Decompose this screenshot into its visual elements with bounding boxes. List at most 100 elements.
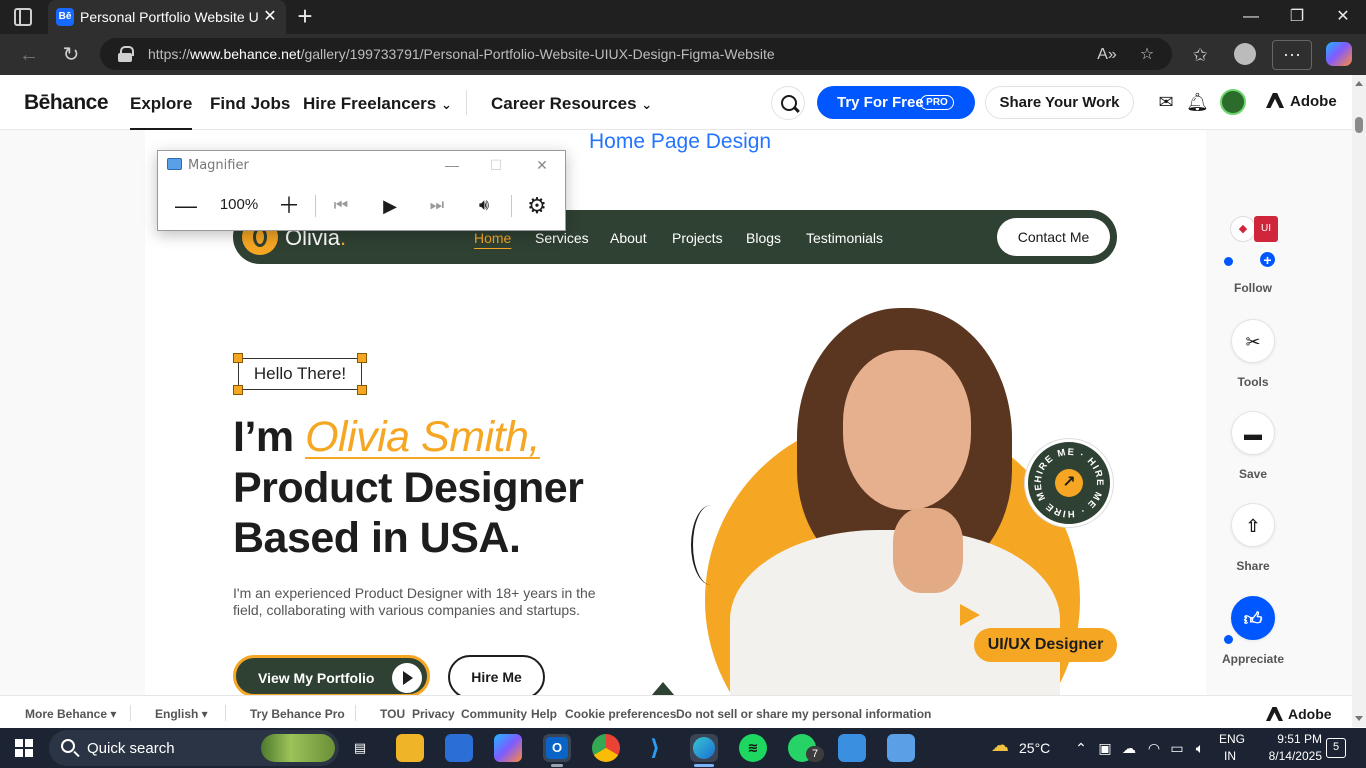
- tab-actions-icon[interactable]: [14, 8, 32, 26]
- search-button[interactable]: [771, 86, 805, 120]
- follow-label[interactable]: Follow: [1213, 281, 1293, 295]
- tools-button[interactable]: ✂ Tools: [1213, 319, 1293, 389]
- previous-paragraph-icon[interactable]: ⏮: [326, 191, 356, 221]
- temperature[interactable]: 25°C: [1019, 740, 1050, 756]
- onedrive-icon[interactable]: ☁: [1120, 739, 1138, 757]
- appreciate-button[interactable]: 👍︎ Appreciate: [1213, 596, 1293, 666]
- chevron-up-icon[interactable]: ⌃: [1072, 739, 1090, 757]
- region-code[interactable]: IN: [1224, 749, 1236, 763]
- footer-try-pro[interactable]: Try Behance Pro: [250, 707, 345, 721]
- nav-hire-freelancers[interactable]: Hire Freelancers ⌄: [303, 94, 452, 114]
- read-from-here-icon[interactable]: 🔊︎: [469, 191, 499, 221]
- copilot-app-icon[interactable]: [494, 734, 522, 762]
- next-paragraph-icon[interactable]: ⏭: [422, 191, 452, 221]
- magnifier-minimize-button[interactable]: —: [437, 154, 467, 176]
- footer-community[interactable]: Community: [461, 707, 527, 721]
- footer-cookie-preferences[interactable]: Cookie preferences: [565, 707, 676, 721]
- lock-icon[interactable]: [118, 46, 134, 62]
- settings-more-button[interactable]: ···: [1272, 40, 1312, 70]
- remote-desktop-icon[interactable]: [887, 734, 915, 762]
- adobe-logo-icon: [1266, 93, 1284, 108]
- refresh-icon[interactable]: ↻: [58, 42, 84, 68]
- close-window-button[interactable]: ✕: [1320, 0, 1366, 34]
- footer-language[interactable]: English ▾: [155, 707, 208, 721]
- vscode-icon[interactable]: ⟩: [641, 734, 669, 762]
- wifi-icon[interactable]: ◠: [1145, 739, 1163, 757]
- clock-time[interactable]: 9:51 PM: [1258, 732, 1322, 746]
- notification-bell-icon[interactable]: 🔔︎: [1186, 91, 1209, 113]
- magnifier-close-button[interactable]: ✕: [527, 154, 557, 176]
- try-for-free-button[interactable]: Try For Free PRO: [817, 86, 975, 119]
- footer-privacy[interactable]: Privacy: [412, 707, 455, 721]
- zoom-in-icon[interactable]: ＋: [274, 191, 304, 221]
- mockup-nav-home: Home: [474, 230, 512, 246]
- file-explorer-icon[interactable]: [396, 734, 424, 762]
- scrollbar-thumb[interactable]: [1355, 117, 1363, 133]
- user-avatar[interactable]: [1220, 89, 1246, 115]
- copilot-icon[interactable]: [1326, 42, 1352, 66]
- spotify-icon[interactable]: ≋: [739, 734, 767, 762]
- edge-icon[interactable]: [690, 734, 718, 762]
- footer-help[interactable]: Help: [531, 707, 557, 721]
- paint-icon[interactable]: [838, 734, 866, 762]
- follow-plus-icon[interactable]: +: [1259, 251, 1276, 268]
- footer-do-not-sell[interactable]: Do not sell or share my personal informa…: [676, 707, 931, 721]
- footer-tou[interactable]: TOU: [380, 707, 405, 721]
- scroll-up-icon[interactable]: [1355, 81, 1363, 86]
- magnifier-maximize-button: ☐: [489, 157, 503, 173]
- gear-icon[interactable]: ⚙: [522, 191, 552, 221]
- language-code[interactable]: ENG: [1219, 732, 1245, 746]
- adobe-logo-icon: [1266, 707, 1283, 721]
- weather-icon[interactable]: ☁: [986, 736, 1014, 758]
- url-text[interactable]: https://www.behance.net/gallery/19973379…: [148, 46, 1028, 64]
- running-indicator: [551, 764, 563, 767]
- zoom-out-icon[interactable]: —: [171, 191, 201, 221]
- mockup-nav-projects: Projects: [672, 230, 723, 246]
- meet-icon[interactable]: ▣: [1096, 739, 1114, 757]
- chrome-icon[interactable]: [592, 734, 620, 762]
- share-button[interactable]: ⇧ Share: [1213, 503, 1293, 573]
- favorites-icon[interactable]: ✩: [1186, 42, 1214, 68]
- whatsapp-badge: 7: [806, 746, 824, 762]
- microsoft-store-icon[interactable]: [445, 734, 473, 762]
- volume-icon[interactable]: 🔈︎: [1191, 739, 1209, 757]
- nav-find-jobs[interactable]: Find Jobs: [210, 94, 290, 114]
- adobe-link[interactable]: Adobe: [1266, 93, 1337, 110]
- mockup-nav-blogs: Blogs: [746, 230, 782, 246]
- browser-tab-active[interactable]: Bē Personal Portfolio Website UIUX Desig…: [48, 0, 286, 34]
- browser-profile-icon[interactable]: [1234, 43, 1256, 65]
- windows-start-icon[interactable]: [15, 739, 33, 757]
- tab-close-icon[interactable]: ✕: [260, 7, 280, 27]
- notifications-icon[interactable]: 5: [1326, 738, 1346, 758]
- behance-logo[interactable]: Bēhance: [24, 91, 109, 115]
- restore-window-button[interactable]: ❐: [1274, 0, 1320, 34]
- mockup-nav-testimonials: Testimonials: [806, 230, 884, 246]
- minimize-window-button[interactable]: —: [1228, 0, 1274, 34]
- outlook-icon[interactable]: O: [543, 734, 571, 762]
- owner-avatars[interactable]: ◆ UI +: [1230, 216, 1278, 268]
- scroll-down-icon[interactable]: [1355, 716, 1363, 721]
- task-view-icon[interactable]: ▤: [346, 734, 374, 762]
- address-bar[interactable]: https://www.behance.net/gallery/19973379…: [100, 38, 1172, 70]
- footer-adobe-link[interactable]: Adobe: [1266, 706, 1332, 722]
- hello-there-label: Hello There!: [238, 358, 362, 390]
- new-tab-button[interactable]: +: [292, 3, 318, 30]
- back-arrow-icon[interactable]: ←: [16, 42, 42, 68]
- hero-description: I'm an experienced Product Designer with…: [233, 585, 596, 618]
- footer-more-behance[interactable]: More Behance ▾: [25, 707, 116, 721]
- save-button[interactable]: ▬ Save: [1213, 411, 1293, 481]
- clock-date[interactable]: 8/14/2025: [1252, 749, 1322, 763]
- nav-career-resources[interactable]: Career Resources ⌄: [491, 94, 652, 114]
- owner-avatar-1[interactable]: ◆: [1230, 216, 1256, 242]
- mail-icon[interactable]: ✉: [1155, 91, 1177, 113]
- taskbar-search[interactable]: Quick search: [49, 730, 339, 766]
- page-scrollbar[interactable]: [1352, 75, 1366, 727]
- owner-avatar-2[interactable]: UI: [1254, 216, 1278, 242]
- read-aloud-icon[interactable]: A»: [1096, 44, 1118, 66]
- magnifier-window[interactable]: Magnifier — ☐ ✕ — 100% ＋ ⏮ ▶ ⏭ 🔊︎ ⚙: [157, 150, 566, 231]
- share-your-work-button[interactable]: Share Your Work: [985, 86, 1134, 119]
- battery-icon[interactable]: ▭: [1168, 739, 1186, 757]
- play-icon[interactable]: ▶: [375, 191, 405, 221]
- favorite-star-icon[interactable]: ☆: [1136, 44, 1158, 66]
- nav-explore[interactable]: Explore: [130, 94, 193, 130]
